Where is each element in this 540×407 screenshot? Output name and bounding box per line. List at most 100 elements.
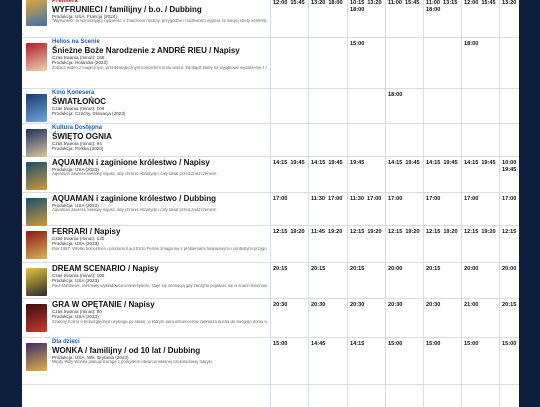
movie-poster[interactable]	[26, 231, 47, 259]
showtime-link[interactable]: 12:15	[426, 229, 440, 236]
showtime-link[interactable]: 18:00	[426, 7, 440, 14]
showtime-link[interactable]: 15:00	[388, 341, 402, 348]
showtime-link[interactable]: 14:15	[388, 160, 402, 167]
showtime-link[interactable]: 11:00	[426, 0, 440, 7]
showtime-link[interactable]: 13:20	[367, 0, 381, 7]
showtime-link[interactable]: 19:20	[367, 229, 381, 236]
showtime-link[interactable]: 15:00	[350, 41, 364, 48]
movie-title[interactable]: ŚWIĘTO OGNIA	[52, 132, 267, 141]
showtime-link[interactable]: 13:15	[443, 0, 457, 7]
showtime-link[interactable]: 21:00	[464, 302, 478, 309]
showtime-link[interactable]: 14:15	[311, 160, 325, 167]
movie-poster[interactable]	[26, 94, 47, 122]
showtime-link[interactable]: 18:00	[464, 41, 478, 48]
showtime-link[interactable]: 15:00	[502, 341, 516, 348]
showtime-link[interactable]: 14:15	[464, 160, 478, 167]
showtime-link[interactable]: 12:15	[502, 229, 516, 236]
showtime-link[interactable]: 19:45	[328, 160, 342, 167]
showtime-link[interactable]: 19:45	[290, 160, 304, 167]
showtime-link[interactable]: 20:30	[350, 302, 364, 309]
showtime-link[interactable]: 20:15	[311, 266, 325, 273]
movie-poster[interactable]	[26, 162, 47, 190]
showtime-link[interactable]: 12:15	[273, 229, 287, 236]
showtime-link[interactable]: 15:00	[273, 341, 287, 348]
showtime-link[interactable]: 20:15	[350, 266, 364, 273]
showtime-link[interactable]: 18:00	[350, 7, 364, 14]
movie-title[interactable]: AQUAMAN i zaginione królestwo / Napisy	[52, 158, 267, 167]
movie-title[interactable]: DREAM SCENARIO / Napisy	[52, 264, 267, 273]
showtime-link[interactable]: 17:00	[273, 196, 287, 203]
movie-tag[interactable]: Dla dzieci	[52, 339, 267, 346]
movie-poster[interactable]	[26, 343, 47, 371]
movie-title[interactable]: WYFRUNIECI / familijny / b.o. / Dubbing	[52, 5, 267, 14]
movie-title[interactable]: WONKA / familijny / od 10 lat / Dubbing	[52, 346, 267, 355]
showtime-link[interactable]: 17:00	[426, 196, 440, 203]
movie-poster[interactable]	[26, 129, 47, 157]
movie-poster[interactable]	[26, 43, 47, 71]
movie-title[interactable]: AQUAMAN i zaginione królestwo / Dubbing	[52, 194, 267, 203]
showtime-link[interactable]: 20:00	[388, 266, 402, 273]
showtime-link[interactable]: 17:00	[464, 196, 478, 203]
showtime-link[interactable]: 20:30	[388, 302, 402, 309]
showtime-link[interactable]: 18:00	[388, 92, 402, 99]
showtime-link[interactable]: 11:45	[311, 229, 325, 236]
showtime-link[interactable]: 11:30	[311, 196, 325, 203]
showtime-link[interactable]: 19:20	[481, 229, 495, 236]
showtime-link[interactable]: 12:00	[273, 0, 287, 7]
showtime-link[interactable]: 14:45	[311, 341, 325, 348]
showtime-link[interactable]: 19:45	[502, 167, 516, 174]
showtime-link[interactable]: 15:45	[290, 0, 304, 7]
showtime-link[interactable]: 13:20	[502, 0, 516, 7]
showtime-link[interactable]: 17:00	[367, 196, 381, 203]
showtime-link[interactable]: 20:30	[426, 302, 440, 309]
movie-tag[interactable]: Helios na Scenie	[52, 39, 267, 46]
showtime-link[interactable]: 20:00	[464, 266, 478, 273]
showtime-link[interactable]: 13:20	[311, 0, 325, 7]
showtime-link[interactable]: 20:15	[426, 266, 440, 273]
movie-row: Kino Konesera ŚWIATŁOŃOC Czas trwania (min…	[22, 88, 519, 124]
showtime-cell: 17:00	[426, 196, 463, 203]
showtime-link[interactable]: 10:15	[350, 0, 364, 7]
showtime-link[interactable]: 15:00	[464, 341, 478, 348]
movie-poster[interactable]	[26, 304, 47, 332]
showtime-link[interactable]: 19:20	[290, 229, 304, 236]
showtime-link[interactable]: 12:00	[464, 0, 478, 7]
movie-tag[interactable]: Kultura Dostępna	[52, 125, 267, 132]
showtime-link[interactable]: 14:15	[350, 341, 364, 348]
showtime-link[interactable]: 17:00	[328, 196, 342, 203]
showtime-link[interactable]: 17:00	[502, 196, 516, 203]
showtime-link[interactable]: 19:45	[481, 160, 495, 167]
showtime-link[interactable]: 19:45	[443, 160, 457, 167]
showtime-link[interactable]: 10:00	[502, 160, 516, 167]
showtime-link[interactable]: 19:45	[350, 160, 364, 167]
showtime-link[interactable]: 15:00	[426, 341, 440, 348]
showtime-link[interactable]: 15:45	[405, 0, 419, 7]
showtime-link[interactable]: 17:00	[388, 196, 402, 203]
movie-title[interactable]: Śnieżne Boże Narodzenie z ANDRÉ RIEU / N…	[52, 46, 267, 55]
showtime-link[interactable]: 12:15	[464, 229, 478, 236]
movie-title[interactable]: FERRARI / Napisy	[52, 227, 267, 236]
showtime-link[interactable]: 18:00	[328, 0, 342, 7]
showtime-link[interactable]: 20:15	[273, 266, 287, 273]
showtime-link[interactable]: 15:45	[481, 0, 495, 7]
movie-poster[interactable]	[26, 0, 47, 26]
showtime-link[interactable]: 19:45	[405, 160, 419, 167]
showtime-link[interactable]: 20:30	[311, 302, 325, 309]
showtime-link[interactable]: 20:30	[273, 302, 287, 309]
movie-title[interactable]: ŚWIATŁOŃOC	[52, 97, 267, 106]
movie-title[interactable]: GRA W OPĘTANIE / Napisy	[52, 300, 267, 309]
showtime-link[interactable]: 20:00	[502, 266, 516, 273]
movie-tag[interactable]: Kino Konesera	[52, 90, 267, 97]
showtime-link[interactable]: 19:20	[405, 229, 419, 236]
showtime-link[interactable]: 19:20	[328, 229, 342, 236]
showtime-link[interactable]: 12:15	[388, 229, 402, 236]
showtime-link[interactable]: 14:15	[426, 160, 440, 167]
showtime-link[interactable]: 20:15	[502, 302, 516, 309]
showtime-link[interactable]: 14:15	[273, 160, 287, 167]
movie-poster[interactable]	[26, 268, 47, 296]
movie-poster[interactable]	[26, 198, 47, 226]
showtime-link[interactable]: 11:30	[350, 196, 364, 203]
showtime-link[interactable]: 12:15	[350, 229, 364, 236]
showtime-link[interactable]: 19:20	[443, 229, 457, 236]
showtime-link[interactable]: 11:00	[388, 0, 402, 7]
